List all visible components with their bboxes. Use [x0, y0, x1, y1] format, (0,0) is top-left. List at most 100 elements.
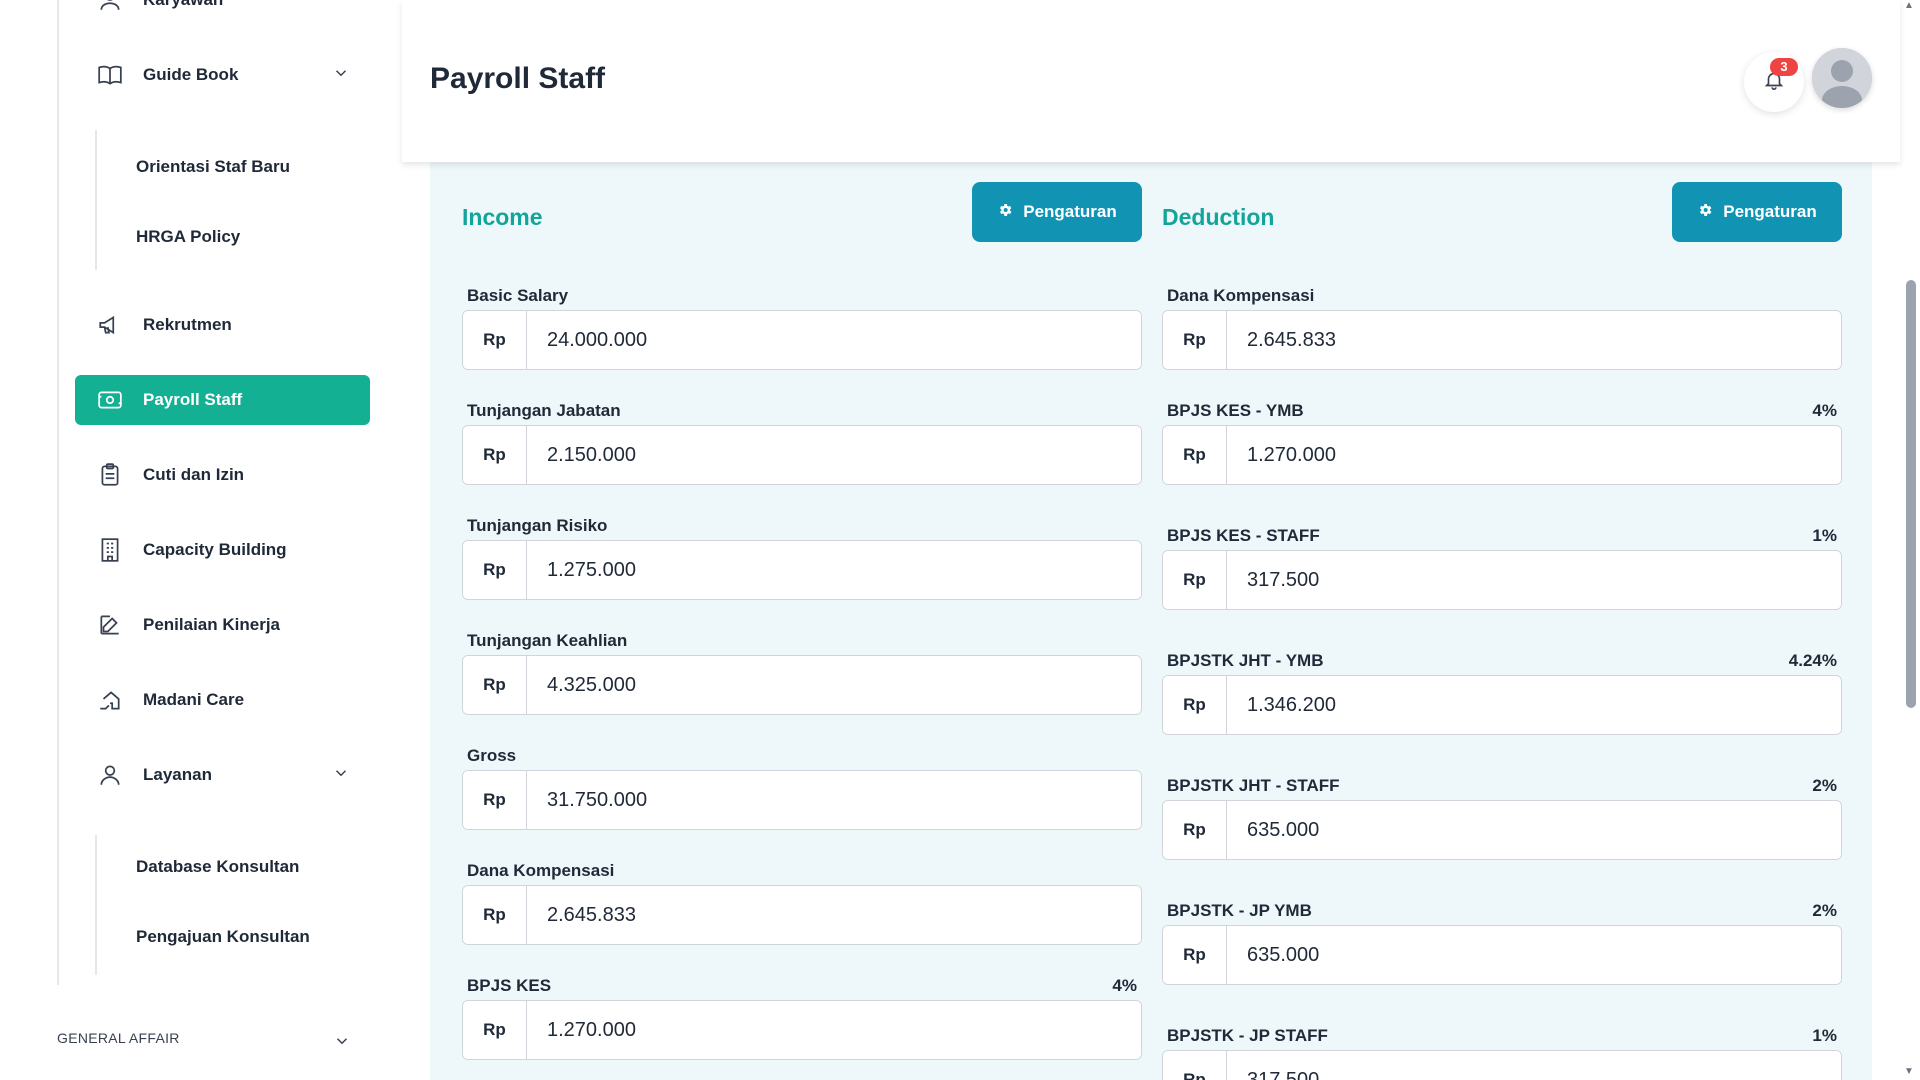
sidebar-item-label: Karyawan	[143, 0, 223, 10]
amount-input[interactable]	[1227, 426, 1841, 484]
currency-input-group: Rp	[462, 310, 1142, 370]
submenu-rail	[95, 835, 97, 975]
currency-input-group: Rp	[1162, 1050, 1842, 1080]
gear-icon	[997, 202, 1013, 223]
field-percentage: 1%	[1812, 1026, 1837, 1045]
field-label: Tunjangan Risiko	[467, 516, 608, 535]
amount-input[interactable]	[527, 886, 1141, 944]
amount-input[interactable]	[1227, 926, 1841, 984]
income-settings-button[interactable]: Pengaturan	[972, 182, 1142, 242]
sidebar-item-cuti[interactable]: Cuti dan Izin	[75, 450, 370, 500]
amount-input[interactable]	[1227, 801, 1841, 859]
currency-prefix: Rp	[463, 886, 527, 944]
currency-input-group: Rp	[462, 1000, 1142, 1060]
top-header: Payroll Staff 3	[402, 0, 1900, 162]
amount-input[interactable]	[527, 426, 1141, 484]
deduction-settings-button[interactable]: Pengaturan	[1672, 182, 1842, 242]
sidebar-item-guide-book[interactable]: Guide Book	[75, 50, 370, 100]
avatar[interactable]	[1812, 48, 1872, 108]
sidebar-item-capacity-building[interactable]: Capacity Building	[75, 525, 370, 575]
sidebar-item-label: Guide Book	[143, 65, 239, 84]
field-label: Dana Kompensasi	[467, 861, 615, 880]
hand-home-icon	[95, 685, 125, 715]
edit-icon	[95, 610, 125, 640]
deduction-title: Deduction	[1162, 204, 1275, 230]
field-label: BPJSTK JHT - STAFF	[1167, 776, 1340, 795]
currency-input-group: Rp	[462, 770, 1142, 830]
field-label: BPJSTK - JP STAFF	[1167, 1026, 1328, 1045]
currency-prefix: Rp	[463, 541, 527, 599]
sidebar-item-payroll-staff[interactable]: Payroll Staff	[75, 375, 370, 425]
currency-input-group: Rp	[462, 885, 1142, 945]
sidebar-subitem-orientasi[interactable]: Orientasi Staf Baru	[136, 157, 290, 177]
amount-input[interactable]	[527, 541, 1141, 599]
field-label: Gross	[467, 746, 517, 765]
currency-prefix: Rp	[1163, 676, 1227, 734]
amount-input[interactable]	[527, 771, 1141, 829]
notification-badge: 3	[1770, 58, 1798, 76]
currency-input-group: Rp	[1162, 310, 1842, 370]
sidebar-item-rekrutmen[interactable]: Rekrutmen	[75, 300, 370, 350]
field-percentage: 2%	[1812, 901, 1837, 920]
amount-input[interactable]	[1227, 551, 1841, 609]
currency-prefix: Rp	[1163, 551, 1227, 609]
sidebar-rail	[57, 0, 59, 985]
scroll-up-icon[interactable]: ▲	[1904, 0, 1914, 11]
sidebar-item-label: Penilaian Kinerja	[143, 615, 280, 634]
user-icon	[95, 760, 125, 790]
sidebar-item-label: Rekrutmen	[143, 315, 232, 334]
currency-prefix: Rp	[463, 771, 527, 829]
payroll-card: Income Pengaturan Basic Salary Rp Tunjanga…	[430, 160, 1872, 1080]
field-percentage: 4%	[1112, 976, 1137, 995]
currency-input-group: Rp	[1162, 800, 1842, 860]
field-label: Tunjangan Jabatan	[467, 401, 621, 420]
chevron-down-icon[interactable]	[332, 764, 350, 787]
currency-input-group: Rp	[1162, 425, 1842, 485]
amount-input[interactable]	[527, 656, 1141, 714]
field-label: Tunjangan Keahlian	[467, 631, 628, 650]
amount-input[interactable]	[527, 311, 1141, 369]
gear-icon	[1697, 202, 1713, 223]
currency-input-group: Rp	[1162, 675, 1842, 735]
chevron-down-icon[interactable]	[332, 64, 350, 87]
users-icon	[95, 0, 125, 15]
currency-input-group: Rp	[1162, 925, 1842, 985]
currency-prefix: Rp	[1163, 1051, 1227, 1080]
amount-input[interactable]	[1227, 311, 1841, 369]
sidebar-subitem-hrga-policy[interactable]: HRGA Policy	[136, 227, 240, 247]
building-icon	[95, 535, 125, 565]
sidebar-item-label: Payroll Staff	[143, 390, 243, 409]
sidebar-item-karyawan[interactable]: Karyawan	[75, 0, 370, 25]
currency-prefix: Rp	[463, 1001, 527, 1059]
scrollbar-thumb[interactable]	[1906, 280, 1916, 708]
amount-input[interactable]	[1227, 676, 1841, 734]
field-percentage: 4%	[1812, 401, 1837, 420]
field-percentage: 1%	[1812, 526, 1837, 545]
clipboard-icon	[95, 460, 125, 490]
amount-input[interactable]	[527, 1001, 1141, 1059]
currency-input-group: Rp	[462, 425, 1142, 485]
page-title: Payroll Staff	[430, 62, 606, 95]
amount-input[interactable]	[1227, 1051, 1841, 1080]
book-icon	[95, 60, 125, 90]
field-label: BPJS KES	[467, 976, 552, 995]
sidebar-item-madani-care[interactable]: Madani Care	[75, 675, 370, 725]
field-label: BPJSTK JHT - YMB	[1167, 651, 1324, 670]
sidebar-item-penilaian-kinerja[interactable]: Penilaian Kinerja	[75, 600, 370, 650]
field-percentage: 4.24%	[1788, 651, 1837, 670]
currency-prefix: Rp	[463, 426, 527, 484]
sidebar-subitem-database-konsultan[interactable]: Database Konsultan	[136, 857, 299, 877]
sidebar-item-layanan[interactable]: Layanan	[75, 750, 370, 800]
field-label: BPJS KES - YMB	[1167, 401, 1304, 420]
currency-input-group: Rp	[1162, 550, 1842, 610]
chevron-down-icon[interactable]	[333, 1032, 351, 1055]
currency-prefix: Rp	[1163, 426, 1227, 484]
section-general-affair[interactable]: GENERAL AFFAIR	[57, 1030, 180, 1046]
currency-prefix: Rp	[1163, 801, 1227, 859]
income-title: Income	[462, 204, 543, 230]
currency-prefix: Rp	[1163, 311, 1227, 369]
currency-input-group: Rp	[462, 655, 1142, 715]
scroll-down-icon[interactable]: ▼	[1904, 1066, 1914, 1077]
sidebar-subitem-pengajuan-konsultan[interactable]: Pengajuan Konsultan	[136, 927, 310, 947]
field-label: Dana Kompensasi	[1167, 286, 1315, 305]
